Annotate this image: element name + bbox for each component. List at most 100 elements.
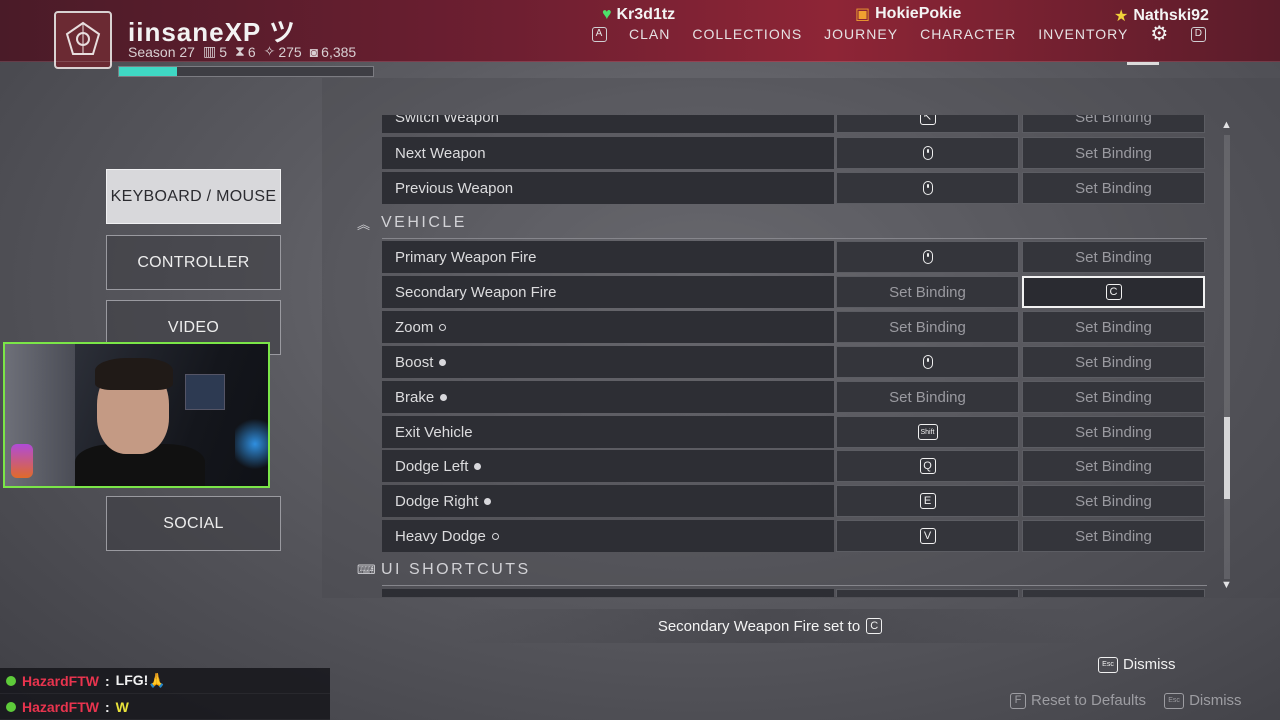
primary-binding-button[interactable] xyxy=(836,137,1019,169)
rank-icon: ▥ xyxy=(202,43,217,59)
esc-key-icon: Esc xyxy=(1098,656,1118,673)
primary-binding-button[interactable] xyxy=(836,241,1019,273)
binding-row[interactable]: Exit Vehicle Shift Set Binding xyxy=(382,416,1205,448)
season-label: Season 27 xyxy=(128,43,195,60)
sidebar-item-keyboard-mouse[interactable]: KEYBOARD / MOUSE xyxy=(106,169,281,224)
primary-binding-button[interactable]: Shift xyxy=(836,416,1019,448)
primary-binding-button[interactable]: Set Binding xyxy=(836,311,1019,343)
binding-row[interactable]: Previous Weapon Set Binding xyxy=(382,172,1205,204)
scroll-up-arrow-icon[interactable]: ▲ xyxy=(1221,119,1232,131)
dismiss-toast-button[interactable]: Esc Dismiss xyxy=(1098,656,1176,673)
nav-journey[interactable]: JOURNEY xyxy=(824,26,898,42)
binding-row[interactable]: Boost Set Binding xyxy=(382,346,1205,378)
friend-kr3d1tz[interactable]: ♥ Kr3d1tz xyxy=(602,6,675,24)
primary-binding-button[interactable] xyxy=(836,589,1019,597)
footer-actions: F Reset to Defaults Esc Dismiss xyxy=(1010,692,1242,709)
secondary-binding-button[interactable]: Set Binding xyxy=(1022,381,1205,413)
chat-message: HazardFTW : W xyxy=(0,694,330,720)
chat-message: HazardFTW : LFG!🙏 xyxy=(0,668,330,694)
primary-binding-button[interactable]: V xyxy=(836,520,1019,552)
secondary-binding-button[interactable]: Set Binding xyxy=(1022,485,1205,517)
primary-binding-button[interactable]: Set Binding xyxy=(836,276,1019,308)
season-xp-bar xyxy=(118,66,374,77)
binding-action-label: Exit Vehicle xyxy=(382,416,834,448)
primary-binding-button[interactable] xyxy=(836,346,1019,378)
binding-row[interactable]: Dodge Left Q Set Binding xyxy=(382,450,1205,482)
binding-action-label xyxy=(382,589,834,597)
hold-mode-indicator-icon xyxy=(439,323,447,331)
binding-row[interactable]: Zoom Set Binding Set Binding xyxy=(382,311,1205,343)
nav-left-key: A xyxy=(592,26,607,42)
scroll-down-arrow-icon[interactable]: ▼ xyxy=(1221,579,1232,591)
triumph-icon: ⧗ xyxy=(234,43,245,59)
primary-binding-button[interactable]: Set Binding xyxy=(836,381,1019,413)
binding-action-label: Next Weapon xyxy=(382,137,834,169)
primary-binding-button[interactable] xyxy=(836,172,1019,204)
star-icon: ★ xyxy=(1114,8,1129,25)
clan-emblem-icon[interactable] xyxy=(54,11,112,69)
secondary-binding-button[interactable] xyxy=(1022,589,1205,597)
secondary-binding-button[interactable]: Set Binding xyxy=(1022,311,1205,343)
glimmer-stat: ◙ 6,385 xyxy=(309,43,357,60)
primary-binding-button[interactable]: Q xyxy=(836,450,1019,482)
secondary-binding-button[interactable]: Set Binding xyxy=(1022,416,1205,448)
binding-row[interactable]: Primary Weapon Fire Set Binding xyxy=(382,241,1205,273)
key-glyph-icon: Q xyxy=(919,458,936,474)
heart-icon: ♥ xyxy=(602,6,612,23)
binding-action-label: Boost xyxy=(382,346,834,378)
binding-row[interactable]: Heavy Dodge V Set Binding xyxy=(382,520,1205,552)
binding-row[interactable]: Dodge Right E Set Binding xyxy=(382,485,1205,517)
friend-hokiepokie[interactable]: ▣ HokiePokie xyxy=(855,4,961,24)
verified-check-icon xyxy=(6,701,16,712)
esc-key-icon: Esc xyxy=(1164,692,1185,709)
ui-shortcuts-section-icon: ⌨ xyxy=(357,562,376,577)
nav-right-key: D xyxy=(1191,26,1207,42)
key-glyph-icon: E xyxy=(919,493,936,509)
primary-binding-button[interactable]: ↖ xyxy=(836,115,1019,133)
binding-row[interactable]: Secondary Weapon Fire Set Binding C xyxy=(382,276,1205,308)
primary-binding-button[interactable]: E xyxy=(836,485,1019,517)
binding-row[interactable]: Switch Weapon ↖ Set Binding xyxy=(382,115,1205,133)
toggle-mode-indicator-icon xyxy=(484,497,492,505)
binding-row[interactable] xyxy=(382,589,1205,597)
season-stats: Season 27 ▥ 5 ⧗ 6 ✧ 275 ◙ 6,385 xyxy=(128,43,356,60)
settings-tab-indicator xyxy=(1127,62,1159,65)
secondary-binding-button[interactable]: Set Binding xyxy=(1022,137,1205,169)
top-header: iinsaneXP ツ Season 27 ▥ 5 ⧗ 6 ✧ 275 ◙ 6,385 … xyxy=(0,0,1280,69)
nav-inventory[interactable]: INVENTORY xyxy=(1038,26,1128,42)
binding-action-label: Previous Weapon xyxy=(382,172,834,204)
toggle-mode-indicator-icon xyxy=(439,358,447,366)
binding-row[interactable]: Brake Set Binding Set Binding xyxy=(382,381,1205,413)
nav-character[interactable]: CHARACTER xyxy=(920,26,1016,42)
sidebar-item-social[interactable]: SOCIAL xyxy=(106,496,281,551)
toggle-mode-indicator-icon xyxy=(440,393,448,401)
secondary-binding-button[interactable]: Set Binding xyxy=(1022,241,1205,273)
secondary-binding-button-selected[interactable]: C xyxy=(1022,276,1205,308)
mouse-wheel-icon xyxy=(922,146,933,160)
mouse-wheel-icon xyxy=(922,181,933,195)
secondary-binding-button[interactable]: Set Binding xyxy=(1022,450,1205,482)
secondary-binding-button[interactable]: Set Binding xyxy=(1022,520,1205,552)
dismiss-button[interactable]: Esc Dismiss xyxy=(1164,692,1242,709)
secondary-binding-button[interactable]: Set Binding xyxy=(1022,346,1205,378)
nav-clan[interactable]: CLAN xyxy=(629,26,670,42)
bindings-scrollbar[interactable]: ▲ ▼ xyxy=(1218,117,1236,597)
key-glyph-icon: Shift xyxy=(917,424,938,440)
binding-set-toast: Secondary Weapon Fire set to C xyxy=(450,609,1090,643)
hold-mode-indicator-icon xyxy=(491,532,499,540)
binding-action-label: Switch Weapon xyxy=(382,115,834,133)
section-header-vehicle: ︽ VEHICLE xyxy=(357,213,1207,239)
toggle-mode-indicator-icon xyxy=(474,462,482,470)
secondary-binding-button[interactable]: Set Binding xyxy=(1022,172,1205,204)
section-header-ui-shortcuts: ⌨ UI SHORTCUTS xyxy=(357,560,1207,586)
binding-row[interactable]: Next Weapon Set Binding xyxy=(382,137,1205,169)
scroll-thumb[interactable] xyxy=(1224,417,1230,499)
secondary-binding-button[interactable]: Set Binding xyxy=(1022,115,1205,133)
scroll-track[interactable] xyxy=(1224,135,1230,579)
binding-action-label: Primary Weapon Fire xyxy=(382,241,834,273)
nav-collections[interactable]: COLLECTIONS xyxy=(692,26,802,42)
sidebar-item-controller[interactable]: CONTROLLER xyxy=(106,235,281,290)
triumph-stat: ⧗ 6 xyxy=(234,43,256,60)
reset-to-defaults-button[interactable]: F Reset to Defaults xyxy=(1010,692,1146,709)
settings-gear-icon[interactable]: ⚙ xyxy=(1150,24,1169,44)
